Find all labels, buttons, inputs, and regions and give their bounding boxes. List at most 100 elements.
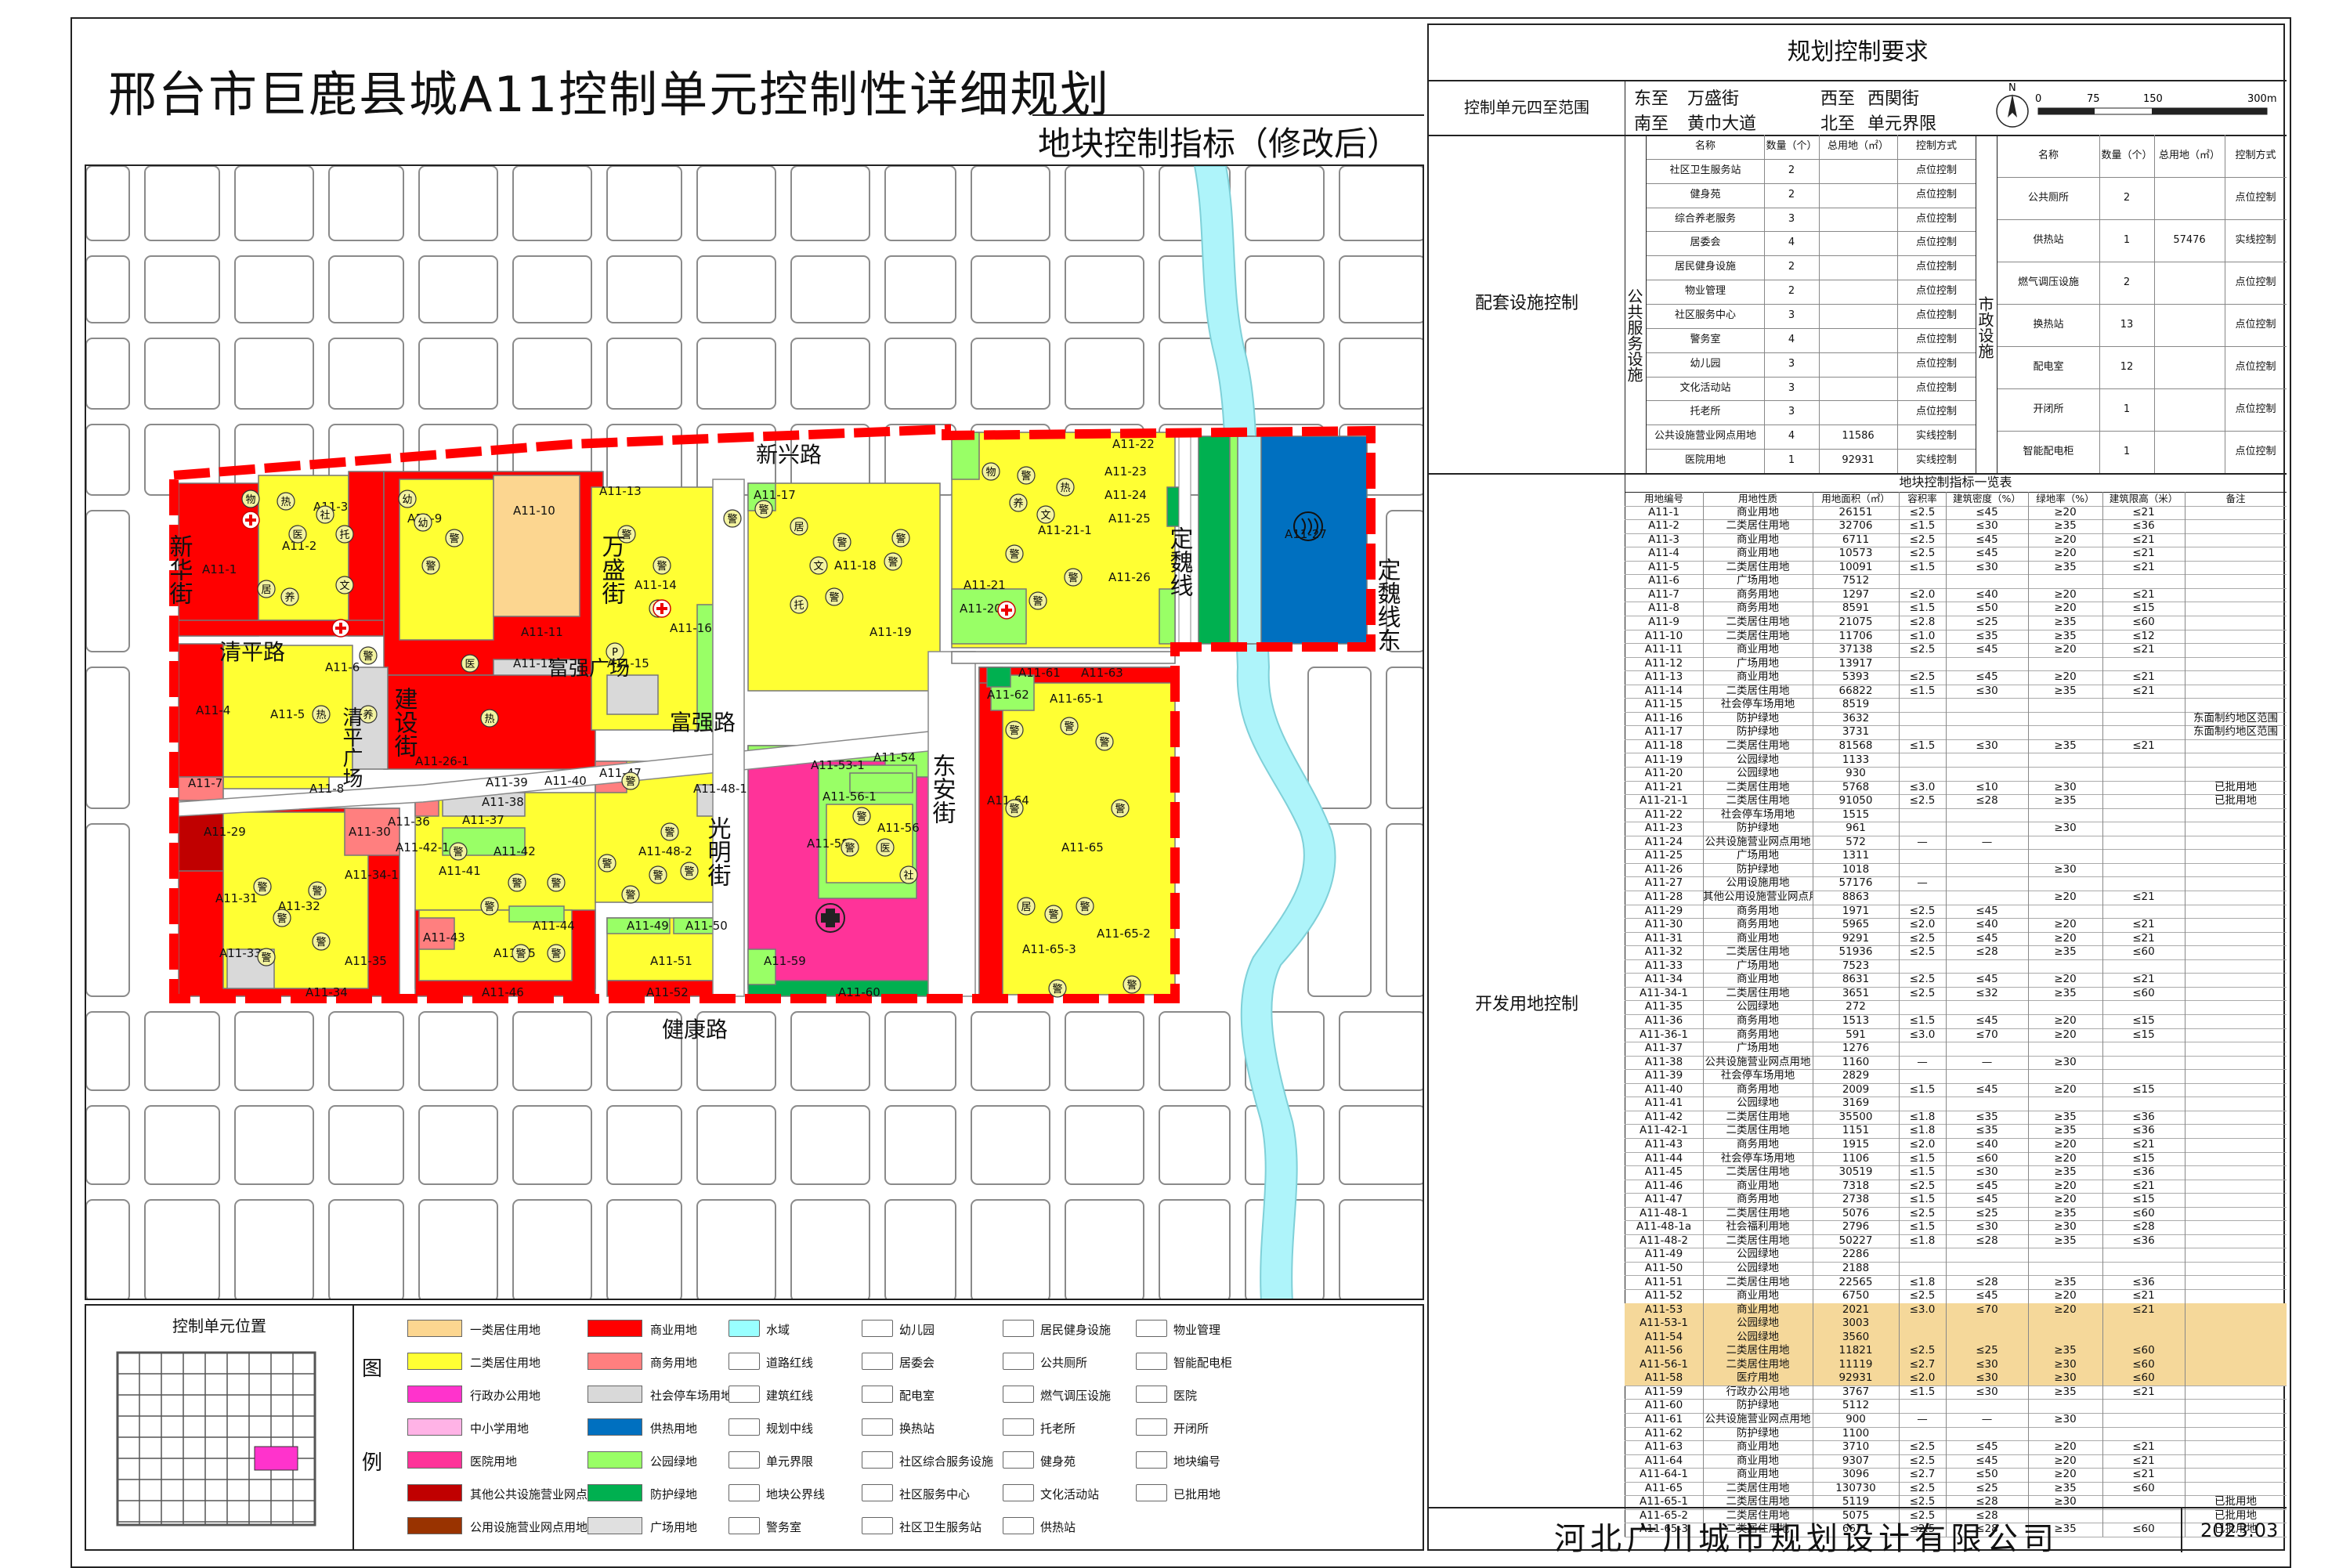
land-parcel[interactable] [178,807,228,872]
facility-icon[interactable]: 警 [1095,732,1114,751]
facility-icon[interactable]: 警 [1005,544,1024,563]
facility-icon[interactable]: 警 [1005,721,1024,739]
table-cell: A11-53 [1644,1302,1683,1316]
table-cell: ≤2.5 [1909,1454,1936,1467]
clinic-icon[interactable] [331,619,350,638]
facility-icon[interactable]: 警 [253,877,272,896]
facility-icon[interactable]: 警 [273,909,291,927]
facility-icon[interactable]: 养 [1009,493,1028,512]
facility-icon[interactable]: 托 [335,525,354,544]
land-parcel[interactable] [1198,435,1231,645]
facility-icon[interactable]: 警 [308,881,327,900]
facility-icon[interactable]: 托 [790,595,808,614]
facility-icon[interactable]: 警 [1017,466,1036,485]
facility-icon[interactable]: 警 [852,807,871,826]
facility-icon[interactable]: 文 [809,556,828,575]
table-cell: ≤50 [1976,602,1998,615]
facility-icon[interactable]: 警 [884,552,902,571]
facility-icon[interactable]: 医 [876,838,895,857]
facility-icon[interactable]: 物 [241,490,260,508]
facility-icon[interactable]: 警 [1076,897,1094,916]
land-parcel[interactable] [978,667,1176,995]
facility-icon[interactable]: 文 [335,576,354,594]
facility-icon[interactable]: 社 [899,865,918,884]
facility-icon[interactable]: 热 [277,492,295,511]
legend-swatch [1003,1418,1034,1436]
facility-icon[interactable]: 警 [1005,799,1024,818]
facility-icon[interactable]: 文 [1036,505,1055,524]
land-parcel[interactable] [986,667,1011,688]
table-rule [1647,327,1976,329]
facility-icon[interactable]: 警 [754,500,773,518]
facility-icon[interactable]: 警 [1064,568,1083,587]
table-cell: ≤21 [2132,505,2155,518]
facility-icon[interactable]: 警 [1044,905,1063,923]
facility-icon[interactable]: 警 [653,556,671,575]
facility-icon[interactable]: 警 [445,529,464,547]
table-cell: ≥20 [2054,918,2077,931]
facility-icon[interactable]: 警 [547,944,566,963]
land-parcel[interactable] [493,475,580,617]
land-parcel[interactable] [348,471,385,637]
facility-icon[interactable]: 警 [312,932,331,951]
facility-icon[interactable]: 警 [680,862,699,880]
facility-icon[interactable]: 警 [508,873,526,892]
facility-icon[interactable]: 养 [280,587,299,606]
facility-icon[interactable]: 物 [982,462,1000,481]
facility-icon[interactable]: 警 [512,944,530,963]
clinic-icon[interactable] [241,511,260,529]
facility-icon[interactable]: 警 [621,885,640,904]
facility-icon[interactable]: 警 [723,509,742,528]
facility-icon[interactable]: 居 [1017,897,1036,916]
facility-icon[interactable]: 警 [1029,591,1047,610]
facility-icon[interactable]: 热 [1056,478,1075,497]
table-row: A11-51 二类居住用地 22565 ≤1.8 ≤28 ≥35 ≤36 [1625,1276,2287,1291]
locator-unit-highlight [254,1446,298,1471]
facility-icon[interactable]: 警 [1123,975,1141,994]
facility-icon[interactable]: 警 [841,838,859,857]
facility-icon[interactable]: 警 [660,822,679,841]
planning-map[interactable]: A11-1 A11-2 A11-3 A11-4 A11-5 A11-6 A11-7 A11-8… [85,164,1424,1300]
facility-icon[interactable]: 医 [461,654,479,673]
facility-icon[interactable]: 警 [891,529,910,547]
facility-section: 配套设施控制 公共服务设施 名称 数量（个） 总用地（㎡） 控制方式 社区卫生服务站 2 点… [1429,135,2287,475]
facility-icon[interactable]: 幼 [414,513,432,532]
facility-icon[interactable]: 热 [312,705,331,724]
facility-icon[interactable]: 警 [449,842,468,861]
facility-icon[interactable]: 警 [1111,799,1130,818]
facility-icon[interactable]: 警 [833,533,851,551]
facility-icon[interactable]: 警 [547,873,566,892]
facility-icon-glyph: 警 [656,560,667,573]
facility-icon[interactable]: 警 [825,587,844,606]
facility-icon[interactable]: 警 [1060,717,1079,735]
table-cell: 1513 [1842,1014,1870,1027]
table-row: A11-49 公园绿地 2286 [1625,1248,2287,1263]
facility-icon[interactable]: 热 [480,709,499,728]
facility-icon[interactable]: 警 [598,854,616,873]
facility-icon[interactable]: 警 [1048,979,1067,998]
facility-icon[interactable]: 警 [649,865,667,884]
facility-icon[interactable]: 医 [288,525,307,544]
facility-icon[interactable]: 居 [257,580,276,598]
land-parcel[interactable] [1166,486,1180,527]
facility-icon[interactable]: 警 [257,948,276,966]
facility-icon[interactable]: 社 [316,505,334,524]
facility-icon[interactable]: 警 [421,556,440,575]
land-parcel[interactable] [178,620,385,637]
land-parcel[interactable] [606,674,659,715]
land-parcel[interactable] [951,588,1027,645]
facility-icon[interactable]: 居 [790,517,808,536]
land-parcel[interactable] [1159,588,1176,645]
street-block [234,1199,314,1299]
table-cell: 81568 [1838,739,1873,752]
facility-cell: 公共厕所 [2027,192,2069,204]
clinic-icon[interactable] [997,601,1016,620]
facility-icon[interactable]: 警 [480,897,499,916]
legend-label: 二类居住用地 [470,1356,541,1370]
facility-icon[interactable]: 幼 [398,490,417,508]
land-parcel[interactable] [747,482,941,692]
land-parcel[interactable] [978,667,1003,995]
clinic-icon[interactable] [653,599,671,618]
facility-icon[interactable]: 警 [621,771,640,790]
facility-icon[interactable]: 警 [359,646,378,665]
